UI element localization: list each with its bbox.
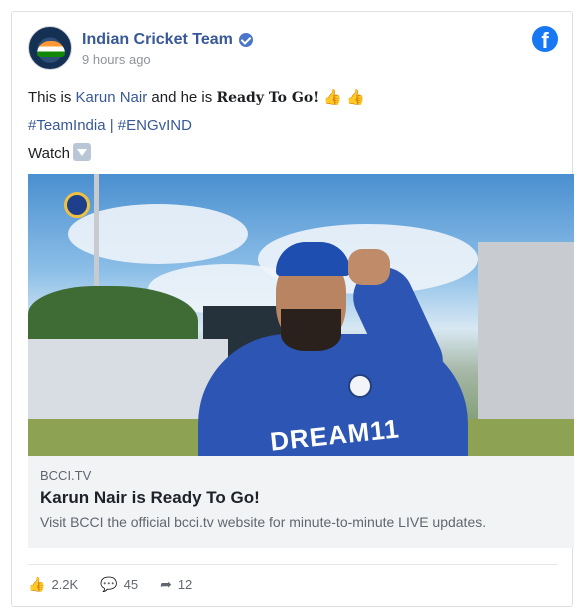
post-header: Indian Cricket Team 9 hours ago [28,26,253,70]
thumbs-up-emoji-icon: 👍 [346,89,365,106]
verified-badge-icon [238,32,253,47]
like-icon: 👍 [28,576,46,592]
stand-left-shape [28,339,228,419]
watch-label: Watch [28,145,70,162]
watch-line: Watch [28,140,365,168]
page-avatar[interactable] [28,26,72,70]
post-card: Indian Cricket Team 9 hours ago f This i… [11,11,574,607]
post-text: This is Karun Nair and he is Ready To Go… [28,84,365,168]
post-timestamp[interactable]: 9 hours ago [82,52,253,67]
post-meta: Indian Cricket Team 9 hours ago [82,30,253,67]
link-domain: BCCI.TV [40,468,92,483]
link-preview[interactable]: BCCI.TV Karun Nair is Ready To Go! Visit… [28,456,574,548]
text-middle: and he is [147,89,217,106]
hashtags-line: #TeamIndia | #ENGvIND [28,112,365,140]
divider [28,564,558,565]
jersey-crest-icon [348,374,372,398]
likes-stat[interactable]: 👍 2.2K [28,576,78,593]
link-title[interactable]: Karun Nair is Ready To Go! [40,488,562,508]
down-arrow-emoji-icon [72,143,91,161]
avatar-cap-image [37,41,65,57]
likes-count: 2.2K [51,577,79,592]
stand-right-shape [478,242,574,432]
facebook-logo-icon[interactable]: f [532,26,558,52]
shares-count: 12 [177,577,193,592]
post-text-line-1: This is Karun Nair and he is Ready To Go… [28,84,365,112]
text-prefix: This is [28,89,76,106]
shares-stat[interactable]: ➦ 12 [160,576,192,593]
page-name-link[interactable]: Indian Cricket Team [82,31,233,49]
player-hand-shape [348,249,390,285]
hashtag-teamindia[interactable]: #TeamIndia [28,117,106,134]
thumbs-up-emoji-icon: 👍 [323,89,342,106]
mention-karun-nair[interactable]: Karun Nair [76,89,148,106]
comment-icon: 💬 [100,576,118,592]
name-row: Indian Cricket Team [82,30,253,50]
comments-stat[interactable]: 💬 45 [100,576,138,593]
share-icon: ➦ [160,576,172,592]
post-image[interactable]: DREAM11 [28,174,574,456]
hashtag-separator: | [105,117,118,134]
engagement-stats: 👍 2.2K 💬 45 ➦ 12 [28,576,214,593]
hashtag-engvind[interactable]: #ENGvIND [118,117,192,134]
player-beard-shape [281,309,341,351]
text-bold-ready: Ready To Go! [216,90,320,106]
bcci-logo-icon [64,192,90,218]
link-description: Visit BCCI the official bcci.tv website … [40,514,487,530]
comments-count: 45 [123,577,139,592]
